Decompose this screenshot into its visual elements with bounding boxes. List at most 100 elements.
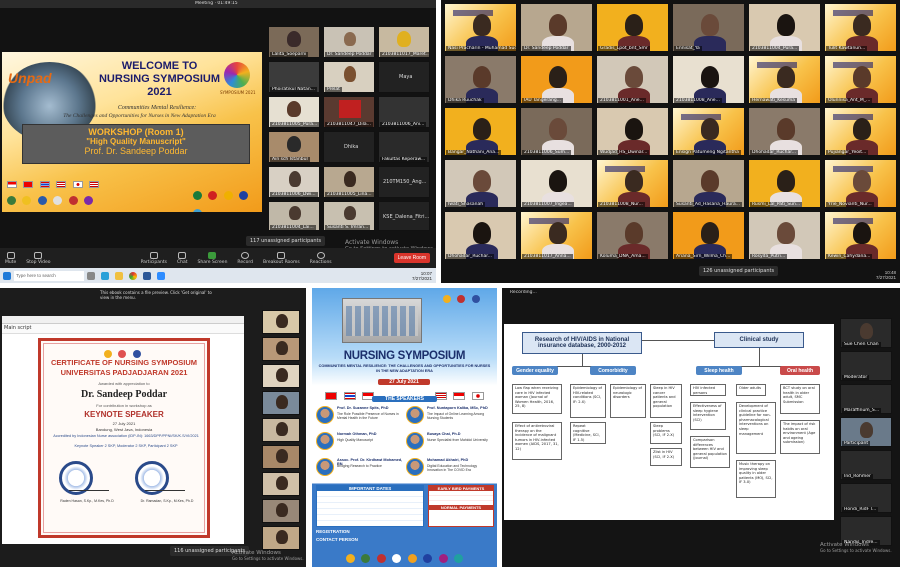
- participant-tile[interactable]: IAU Tangerang...: [520, 55, 593, 104]
- participant-tile[interactable]: 2103811005_Lina...: [323, 166, 375, 198]
- breakout-rooms-button[interactable]: Breakout Rooms: [263, 251, 300, 265]
- participant-tile[interactable]: [262, 526, 300, 550]
- share-screen-button[interactable]: Share Screen: [198, 251, 227, 265]
- participant-tile[interactable]: Dr. Sandeep Poddar: [323, 26, 375, 58]
- participant-tile[interactable]: Ind_Rohmer: [840, 450, 892, 480]
- participant-tile[interactable]: Rusmi_Lal_Pati_Sun...: [748, 159, 821, 208]
- record-button[interactable]: Record: [237, 251, 253, 265]
- folder-icon[interactable]: [115, 271, 123, 280]
- edge-icon[interactable]: [101, 271, 109, 280]
- task-view-icon[interactable]: [87, 271, 95, 280]
- participant-tile[interactable]: Dhika Ruuchak: [444, 55, 517, 104]
- participant-tile[interactable]: Phoiratikul Natan...: [268, 61, 320, 93]
- participant-tile[interactable]: 2103811008_Nur...: [596, 159, 669, 208]
- participant-tile[interactable]: Dhohadar_Ruchar...: [748, 107, 821, 156]
- participant-tile[interactable]: Ensign Patumeng Ngitantha: [672, 107, 745, 156]
- speaker-photo: [316, 432, 334, 450]
- participant-tile[interactable]: [262, 418, 300, 442]
- participant-tile[interactable]: [262, 337, 300, 361]
- participant-tile[interactable]: [262, 364, 300, 388]
- participant-tile[interactable]: Kewin_Cahydana...: [824, 211, 897, 260]
- chat-button[interactable]: Chat: [177, 251, 188, 265]
- participant-tile[interactable]: Dr. Sandeep Poddar: [520, 3, 593, 52]
- participant-tile[interactable]: 2103811004_Lai...: [268, 201, 320, 231]
- participant-video: [287, 31, 301, 47]
- participant-tile[interactable]: 2103811005_Pura...: [268, 96, 320, 128]
- mute-button[interactable]: Mute: [5, 251, 16, 265]
- participant-tile[interactable]: 2103811047_Dila...: [323, 96, 375, 128]
- category-sleep-health: Sleep health: [696, 366, 742, 375]
- unassigned-participants-button[interactable]: 126 unassigned participants: [699, 266, 779, 276]
- signatory-left: Raden Hasan, S.Kp., M.Kes, Ph.D: [60, 499, 114, 503]
- participant-tile[interactable]: Gradis_Lpot_bnt_Smr: [596, 3, 669, 52]
- participant-tile[interactable]: Prelat: [323, 61, 375, 93]
- stop-video-button[interactable]: Stop Video: [26, 251, 51, 265]
- unassigned-participants-button[interactable]: 117 unassigned participants: [246, 236, 326, 246]
- participant-tile[interactable]: Koluma_DNA_Ama...: [596, 211, 669, 260]
- participants-button[interactable]: Participants: [141, 251, 167, 265]
- zoom-icon[interactable]: [157, 271, 165, 280]
- participant-tile[interactable]: Yrie_Novianti_Nur...: [824, 159, 897, 208]
- participant-tile[interactable]: 2103811006_Ani...: [378, 96, 430, 128]
- participant-tile[interactable]: Fakultas Keperaw...: [378, 131, 430, 163]
- participant-tile[interactable]: Iwati_Shasanah: [444, 159, 517, 208]
- participant-tile[interactable]: 2103811017_Anna...: [520, 211, 593, 260]
- participant-tile[interactable]: Maya: [378, 61, 430, 93]
- participant-name: Dhika Ruuchak: [446, 98, 484, 103]
- participant-tile[interactable]: Susanti_Ad_Hasana_Haura...: [672, 159, 745, 208]
- participant-tile[interactable]: [262, 472, 300, 496]
- participant-tile[interactable]: [262, 445, 300, 469]
- participant-tile[interactable]: Olunnisa_Ant_M_...: [824, 55, 897, 104]
- participant-tile[interactable]: Ennisat_Ya: [672, 3, 745, 52]
- participant-tile[interactable]: Hondi_RidF I...: [840, 483, 892, 513]
- participant-tile[interactable]: Nasi Pracharin - Muhamad Sudhiyono: [444, 3, 517, 52]
- leave-room-button[interactable]: Leave Room: [393, 253, 430, 263]
- participant-tile[interactable]: 2103811008_Ane...: [672, 55, 745, 104]
- participant-tile[interactable]: Rosyda_Putri...: [748, 211, 821, 260]
- participant-tile[interactable]: KSE_Dalena_Fitri...: [378, 201, 430, 231]
- taskbar-search[interactable]: Type here to search: [14, 270, 84, 281]
- chat-icon: [178, 251, 187, 259]
- participant-video: [700, 66, 719, 88]
- participant-tile[interactable]: Pujiangar_Yeoit...: [824, 107, 897, 156]
- chrome-icon[interactable]: [129, 271, 137, 280]
- speakers-list: Prof. Dr. Suzanne Spits, PhD The Role Pos…: [316, 405, 493, 485]
- participant-video: [276, 368, 288, 382]
- partner-logo: [345, 554, 355, 563]
- word-icon[interactable]: [143, 271, 151, 280]
- participant-tile[interactable]: Lalita_Soeparni: [268, 26, 320, 58]
- participant-tile[interactable]: 2103811006_Sum...: [520, 107, 593, 156]
- flow-box: Older adults: [736, 384, 766, 396]
- connector: [642, 340, 714, 341]
- participant-tile[interactable]: [262, 499, 300, 523]
- windows-start-icon[interactable]: [3, 271, 11, 280]
- participant-tile[interactable]: Bangar_Nathani_Ana...: [444, 107, 517, 156]
- participant-tile[interactable]: Ariana_Sirn_Wilma_Ch...: [672, 211, 745, 260]
- participant-video: [776, 118, 795, 140]
- participant-tile[interactable]: Maraffinum_S...: [840, 384, 892, 414]
- flag-malaysia: [89, 181, 100, 188]
- participant-tile[interactable]: [262, 391, 300, 415]
- participant-tile[interactable]: Wudjad_HS_Dwinar...: [596, 107, 669, 156]
- participant-name: 2103811008_Nur...: [598, 202, 645, 207]
- participant-tile[interactable]: 2103811007_Ingea...: [520, 159, 593, 208]
- flag-japan: [471, 392, 484, 400]
- meeting-top-bar: Meeting · 01:49:15: [0, 0, 436, 8]
- participant-tile[interactable]: 2103811006_Dwi...: [268, 166, 320, 198]
- participant-tile[interactable]: Hernawati_Kesuma: [748, 55, 821, 104]
- participant-tile[interactable]: Participant: [840, 417, 892, 447]
- participant-tile[interactable]: Dhohadar_Ruchar...: [444, 211, 517, 260]
- participant-tile[interactable]: 210TM150_Ang...: [378, 166, 430, 198]
- participant-tile[interactable]: Sue Chen Chan: [840, 318, 892, 348]
- participant-tile[interactable]: 2103811001_Ane...: [596, 55, 669, 104]
- participant-tile[interactable]: Ain sch Istanbul: [268, 131, 320, 163]
- participant-tile[interactable]: Moderator: [840, 351, 892, 381]
- participant-tile[interactable]: Dhika: [323, 131, 375, 163]
- participant-tile[interactable]: Susanti S. Imran...: [323, 201, 375, 231]
- signature-right: [145, 481, 185, 491]
- participant-tile[interactable]: 2103811017_Maret...: [378, 26, 430, 58]
- reactions-button[interactable]: Reactions: [310, 251, 332, 265]
- participant-tile[interactable]: [262, 310, 300, 334]
- participant-tile[interactable]: Tulit Kawtanun...: [824, 3, 897, 52]
- participant-tile[interactable]: 2103811004_Pura...: [748, 3, 821, 52]
